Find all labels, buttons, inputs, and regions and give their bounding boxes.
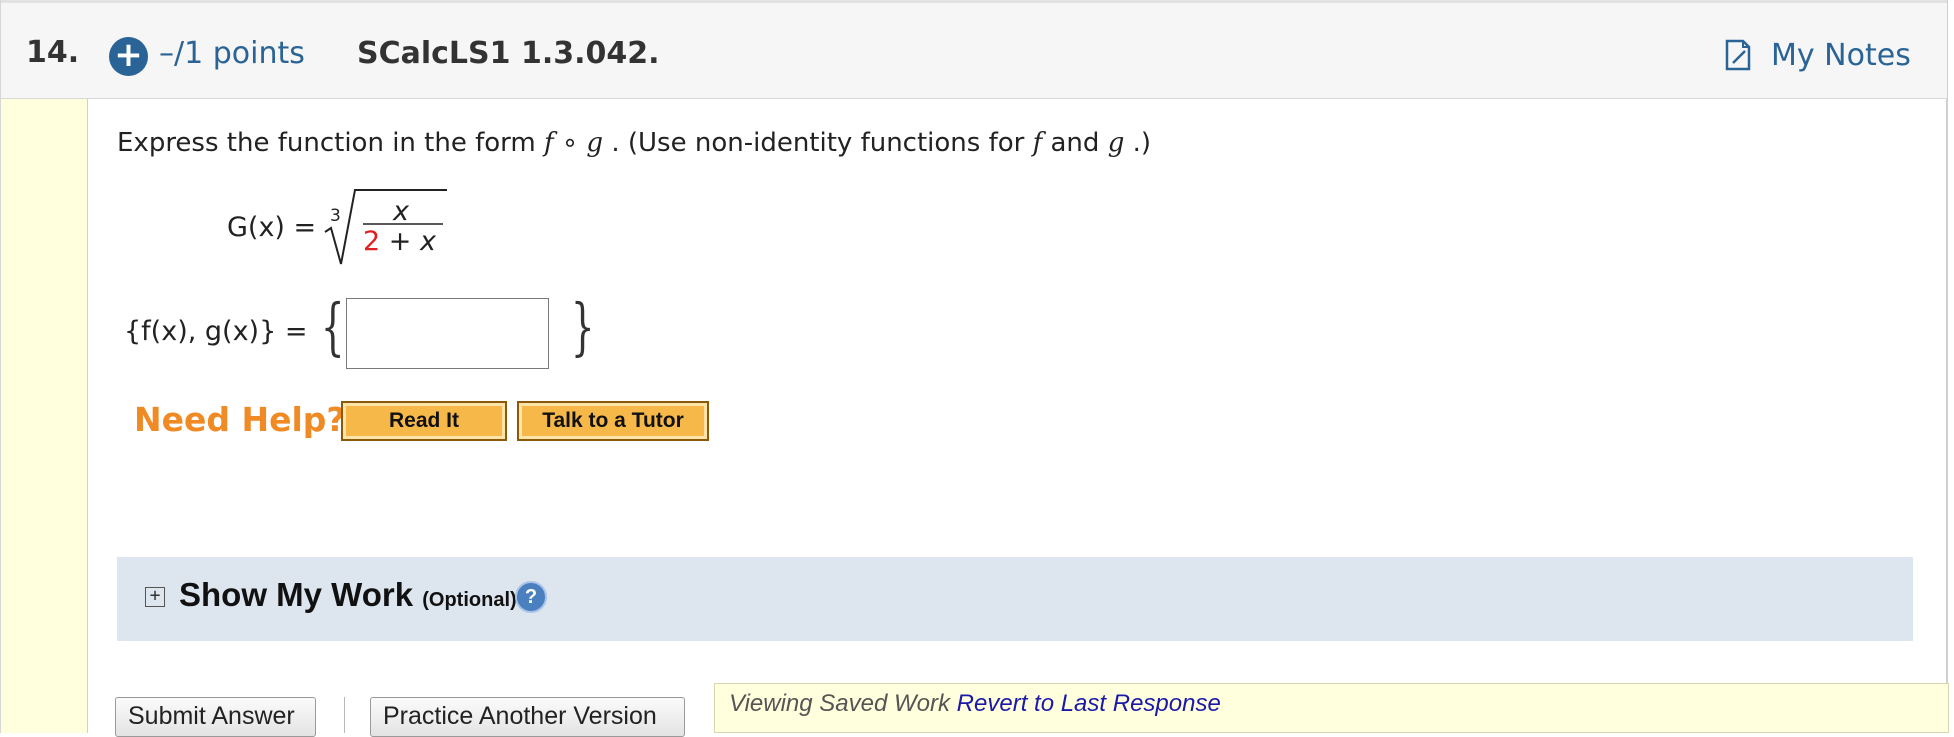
answer-label: {f(x), g(x)} = <box>124 316 308 347</box>
question-panel: 14. + –/1 points SCalcLS1 1.3.042. My No… <box>0 0 1949 737</box>
need-help-label: Need Help? <box>134 400 346 439</box>
plus-circle-icon[interactable]: + <box>109 37 148 76</box>
show-work-label: Show My Work <box>179 576 414 613</box>
prompt-f: f <box>543 128 554 158</box>
function-lhs: G(x) = <box>227 212 317 243</box>
my-notes-label: My Notes <box>1771 37 1911 73</box>
my-notes-link[interactable]: My Notes <box>1723 33 1911 77</box>
fraction-numerator: x <box>393 196 409 227</box>
root-index: 3 <box>330 206 341 226</box>
notes-icon <box>1725 39 1751 71</box>
prompt-text: Express the function in the form <box>117 128 544 158</box>
prompt-f-2: f <box>1032 128 1043 158</box>
saved-work-notice: Viewing Saved Work Revert to Last Respon… <box>714 683 1949 733</box>
question-header: 14. + –/1 points SCalcLS1 1.3.042. My No… <box>1 0 1947 99</box>
submit-answer-button[interactable]: Submit Answer <box>115 697 316 737</box>
fraction-denominator: 2 + x <box>363 226 436 257</box>
prompt-text-2: . (Use non-identity functions for <box>611 128 1033 158</box>
viewing-saved-work-text: Viewing Saved Work <box>729 690 957 717</box>
prompt-g-2: g <box>1107 128 1125 158</box>
denominator-constant: 2 <box>363 226 381 257</box>
problem-prompt: Express the function in the form f ∘ g .… <box>117 128 1151 158</box>
prompt-g: g <box>586 128 604 158</box>
question-mark-icon[interactable]: ? <box>515 581 547 613</box>
question-code: SCalcLS1 1.3.042. <box>357 36 660 71</box>
talk-to-tutor-button[interactable]: Talk to a Tutor <box>517 401 709 441</box>
expand-plus-icon[interactable]: + <box>145 587 165 607</box>
optional-label: (Optional) <box>422 589 517 611</box>
practice-another-version-button[interactable]: Practice Another Version <box>370 697 685 737</box>
read-it-button[interactable]: Read It <box>341 401 507 441</box>
prompt-end: .) <box>1132 128 1152 158</box>
revert-link[interactable]: Revert to Last Response <box>957 690 1221 717</box>
prompt-compose: ∘ <box>561 128 587 158</box>
left-strip <box>1 99 88 733</box>
points-link[interactable]: –/1 points <box>159 36 305 71</box>
answer-input[interactable] <box>346 298 549 369</box>
button-divider <box>344 697 345 733</box>
show-my-work-title[interactable]: Show My Work (Optional) <box>179 576 517 614</box>
left-brace: { <box>320 290 345 363</box>
right-brace: } <box>570 290 595 363</box>
show-my-work-panel[interactable]: + Show My Work (Optional) ? <box>117 557 1913 641</box>
question-number: 14. <box>26 35 80 70</box>
prompt-and: and <box>1050 128 1108 158</box>
denominator-rest: + x <box>380 226 436 257</box>
